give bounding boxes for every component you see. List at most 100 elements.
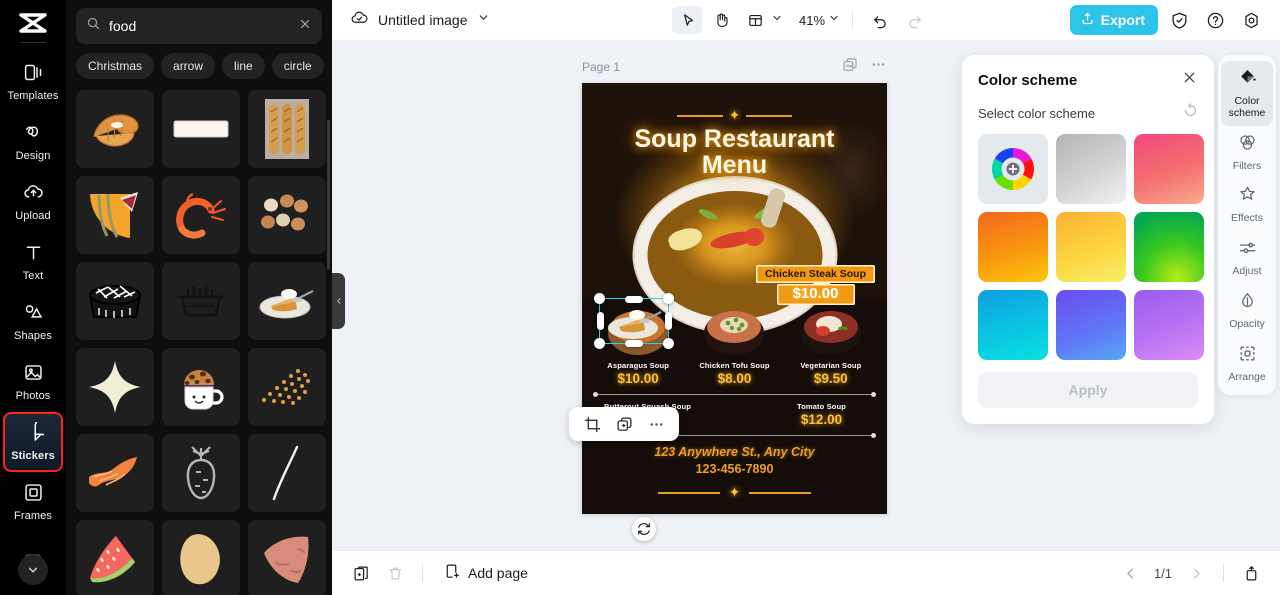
close-icon[interactable] xyxy=(1181,69,1198,91)
poster-design[interactable]: ✦ Soup Restaurant Menu Chicken Steak Sou… xyxy=(582,83,887,514)
green-scheme-swatch[interactable] xyxy=(1134,212,1204,282)
sticker-cell[interactable] xyxy=(162,348,240,426)
sticker-cell[interactable] xyxy=(76,520,154,595)
title-ornament-top: ✦ xyxy=(582,107,887,124)
prev-page-button[interactable] xyxy=(1115,558,1145,588)
duplicate-icon[interactable] xyxy=(611,411,637,437)
tool-adjust[interactable]: Adjust xyxy=(1221,231,1273,284)
tool-effects[interactable]: Effects xyxy=(1221,178,1273,231)
add-page-button[interactable]: Add page xyxy=(443,563,528,583)
yellow-scheme-swatch[interactable] xyxy=(1056,212,1126,282)
selected-element-box[interactable] xyxy=(594,293,674,349)
sidebar-item-text[interactable]: Text xyxy=(4,233,62,291)
export-button[interactable]: Export xyxy=(1069,5,1158,35)
star-icon: ✦ xyxy=(728,107,741,123)
layout-tool-button[interactable] xyxy=(740,6,783,34)
tool-opacity[interactable]: Opacity xyxy=(1221,284,1273,337)
rotate-handle[interactable] xyxy=(632,517,656,541)
soup-thumbnail xyxy=(795,307,867,357)
tool-color-scheme[interactable]: Color scheme xyxy=(1221,61,1273,126)
settings-icon[interactable] xyxy=(1236,5,1266,35)
duplicate-page-icon[interactable] xyxy=(842,57,858,78)
more-options-icon[interactable] xyxy=(643,411,669,437)
sticker-cell[interactable] xyxy=(162,90,240,168)
redo-button[interactable] xyxy=(899,6,929,34)
tag-chip[interactable]: line xyxy=(222,53,265,79)
sticker-cell[interactable] xyxy=(76,262,154,340)
sticker-cell[interactable] xyxy=(76,90,154,168)
sidebar-item-design[interactable]: Design xyxy=(4,113,62,171)
tag-chip[interactable]: arrow xyxy=(161,53,216,79)
sticker-cell[interactable] xyxy=(248,520,326,595)
sidebar-item-frames[interactable]: Frames xyxy=(4,473,62,531)
shapes-icon xyxy=(23,302,44,328)
undo-button[interactable] xyxy=(865,6,895,34)
duplicate-page-button[interactable] xyxy=(346,558,376,588)
resize-handle-right[interactable] xyxy=(664,312,672,330)
panel-scrollbar[interactable] xyxy=(327,120,330,270)
sticker-cell[interactable] xyxy=(162,176,240,254)
poster-footer: 123 Anywhere St., Any City 123-456-7890 … xyxy=(582,438,887,501)
search-box[interactable] xyxy=(76,8,322,44)
tool-filters[interactable]: Filters xyxy=(1221,126,1273,179)
resize-handle-br[interactable] xyxy=(663,338,674,349)
sticker-cell[interactable] xyxy=(162,520,240,595)
sticker-cell[interactable] xyxy=(248,262,326,340)
sidebar-item-upload[interactable]: Upload xyxy=(4,173,62,231)
opacity-icon xyxy=(1238,291,1257,315)
apply-button[interactable]: Apply xyxy=(978,372,1198,408)
close-icon[interactable] xyxy=(298,17,312,36)
sticker-cell[interactable] xyxy=(162,434,240,512)
sticker-cell[interactable] xyxy=(248,176,326,254)
delete-page-button[interactable] xyxy=(380,558,410,588)
tag-chip[interactable]: circle xyxy=(271,53,324,79)
custom-color-picker-swatch[interactable] xyxy=(978,134,1048,204)
sticker-cell[interactable] xyxy=(76,434,154,512)
resize-handle-top[interactable] xyxy=(625,295,643,303)
zoom-control[interactable]: 41% xyxy=(797,11,840,29)
soup-name: Asparagus Soup xyxy=(607,361,670,370)
pink-scheme-swatch[interactable] xyxy=(1134,134,1204,204)
tool-label: Effects xyxy=(1231,212,1263,225)
resize-handle-left[interactable] xyxy=(596,312,604,330)
resize-handle-tr[interactable] xyxy=(663,293,674,304)
sidebar-item-photos[interactable]: Photos xyxy=(4,353,62,411)
indigo-scheme-swatch[interactable] xyxy=(1056,290,1126,360)
sticker-cell[interactable] xyxy=(248,434,326,512)
sticker-cell[interactable] xyxy=(162,262,240,340)
capcut-logo xyxy=(13,6,53,40)
more-options-icon[interactable] xyxy=(870,56,887,78)
chevron-down-icon[interactable] xyxy=(477,11,490,29)
sidebar-item-shapes[interactable]: Shapes xyxy=(4,293,62,351)
crop-icon[interactable] xyxy=(579,411,605,437)
help-icon[interactable] xyxy=(1200,5,1230,35)
orange-scheme-swatch[interactable] xyxy=(978,212,1048,282)
search-input[interactable] xyxy=(109,18,290,34)
hand-tool-button[interactable] xyxy=(706,6,736,34)
sticker-cell[interactable] xyxy=(248,90,326,168)
resize-handle-bottom[interactable] xyxy=(625,339,643,347)
next-page-button[interactable] xyxy=(1181,558,1211,588)
gray-scheme-swatch[interactable] xyxy=(1056,134,1126,204)
document-title[interactable]: Untitled image xyxy=(350,8,490,32)
reset-icon[interactable] xyxy=(1183,103,1198,123)
select-tool-button[interactable] xyxy=(672,6,702,34)
poster-address: 123 Anywhere St., Any City xyxy=(654,445,815,459)
shield-icon[interactable] xyxy=(1164,5,1194,35)
resize-handle-tl[interactable] xyxy=(594,293,605,304)
element-context-toolbar xyxy=(569,407,679,441)
sidebar-more-button[interactable] xyxy=(18,555,48,585)
sticker-cell[interactable] xyxy=(248,348,326,426)
resize-handle-bl[interactable] xyxy=(594,338,605,349)
export-page-button[interactable] xyxy=(1236,558,1266,588)
purple-scheme-swatch[interactable] xyxy=(1134,290,1204,360)
tool-arrange[interactable]: Arrange xyxy=(1221,337,1273,390)
sticker-cell[interactable] xyxy=(76,348,154,426)
soup-price: $10.00 xyxy=(617,371,659,386)
sidebar-item-stickers[interactable]: Stickers xyxy=(3,412,63,472)
panel-collapse-handle[interactable] xyxy=(332,273,345,329)
blue-scheme-swatch[interactable] xyxy=(978,290,1048,360)
tag-chip[interactable]: Christmas xyxy=(76,53,155,79)
sidebar-item-templates[interactable]: Templates xyxy=(4,53,62,111)
sticker-cell[interactable] xyxy=(76,176,154,254)
